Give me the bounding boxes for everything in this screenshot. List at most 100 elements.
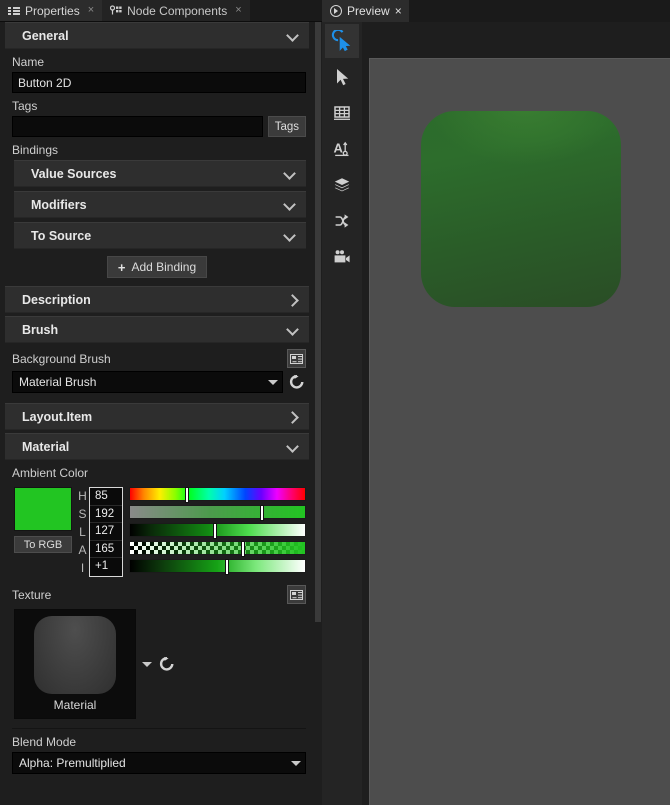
slider-track	[130, 560, 305, 572]
slider-knob[interactable]	[213, 523, 218, 539]
group-to-source-label: To Source	[31, 228, 92, 243]
grid-tool-button[interactable]	[325, 96, 359, 130]
node-components-icon	[110, 4, 122, 17]
blend-mode-select[interactable]: Alpha: Premultiplied	[12, 752, 306, 774]
chevron-down-icon	[268, 379, 278, 385]
background-brush-label-row: Background Brush	[0, 343, 314, 371]
texture-card[interactable]: Material	[14, 609, 136, 719]
texture-label-row: Texture	[0, 583, 314, 607]
tab-properties[interactable]: Properties ×	[0, 0, 103, 21]
group-description-label: Description	[22, 292, 91, 307]
tab-preview[interactable]: Preview ×	[322, 0, 409, 22]
channel-input-i[interactable]: +1	[90, 558, 122, 576]
add-binding-wrap: + Add Binding	[0, 249, 314, 286]
group-layout-item-label: Layout.Item	[22, 409, 93, 424]
preview-panel: Preview × A	[322, 0, 670, 805]
chevron-down-icon	[283, 229, 297, 243]
preview-canvas[interactable]	[369, 58, 670, 805]
chevron-down-icon	[286, 440, 300, 454]
texture-thumbnail	[34, 616, 116, 694]
card-editor-icon	[290, 589, 303, 600]
node-graph-tool-button[interactable]	[325, 204, 359, 238]
tab-preview-label: Preview	[347, 4, 390, 18]
texture-dropdown-icon[interactable]	[142, 661, 152, 667]
group-material-label: Material	[22, 439, 70, 454]
chevron-down-icon	[291, 760, 301, 766]
arrow-icon	[337, 69, 349, 86]
left-tab-bar: Properties × Node Components ×	[0, 0, 322, 22]
group-material[interactable]: Material	[5, 433, 309, 460]
play-circle-icon	[330, 5, 342, 17]
slider-knob[interactable]	[260, 505, 265, 521]
slider-knob[interactable]	[185, 487, 190, 503]
channel-input-l[interactable]: 127	[90, 523, 122, 541]
layers-tool-button[interactable]	[325, 168, 359, 202]
tab-preview-close-icon[interactable]: ×	[395, 4, 402, 18]
arrow-tool-button[interactable]	[325, 60, 359, 94]
channel-input-h[interactable]: 85	[90, 488, 122, 506]
channel-letters: HSLAI	[76, 487, 89, 577]
preview-object-button-2d[interactable]	[421, 111, 621, 307]
background-brush-value: Material Brush	[19, 375, 97, 389]
group-description[interactable]: Description	[5, 286, 309, 313]
group-brush[interactable]: Brush	[5, 316, 309, 343]
properties-content: General Name Button 2D Tags Tags Binding…	[0, 22, 314, 774]
channel-sliders[interactable]	[123, 487, 306, 577]
channel-letter-h: H	[78, 489, 87, 503]
preview-toolbar: A	[322, 22, 362, 805]
group-value-sources[interactable]: Value Sources	[14, 160, 306, 187]
background-brush-label: Background Brush	[12, 351, 111, 366]
camera-tool-button[interactable]	[325, 240, 359, 274]
tab-node-components-close-icon[interactable]: ×	[234, 5, 242, 16]
slider-h[interactable]	[129, 487, 306, 503]
slider-knob[interactable]	[224, 559, 229, 575]
properties-scrollbar[interactable]	[314, 22, 322, 805]
layers-icon	[334, 178, 350, 192]
bindings-label: Bindings	[12, 143, 59, 157]
add-binding-button[interactable]: + Add Binding	[106, 256, 208, 278]
channel-letter-s: S	[78, 507, 87, 521]
channel-input-a[interactable]: 165	[90, 540, 122, 559]
text-tool-button[interactable]: A	[325, 132, 359, 166]
slider-i[interactable]	[129, 559, 306, 575]
slider-l[interactable]	[129, 523, 306, 539]
background-brush-editor-button[interactable]	[287, 349, 306, 368]
swatch-column: To RGB	[14, 487, 76, 553]
properties-panel: Properties × Node Components × General N…	[0, 0, 322, 805]
tags-button[interactable]: Tags	[267, 116, 306, 137]
tags-input[interactable]	[12, 116, 263, 137]
tab-node-components[interactable]: Node Components ×	[102, 0, 250, 21]
color-swatch[interactable]	[14, 487, 72, 531]
group-general-label: General	[22, 28, 69, 43]
slider-track	[130, 506, 305, 518]
scrollbar-thumb[interactable]	[315, 22, 321, 622]
channel-value-fields[interactable]: 85 192 127 165 +1	[89, 487, 123, 577]
slider-knob[interactable]	[241, 541, 246, 557]
blend-mode-value: Alpha: Premultiplied	[19, 756, 126, 770]
group-modifiers-label: Modifiers	[31, 197, 87, 212]
node-graph-icon	[335, 214, 349, 228]
name-label: Name	[12, 55, 45, 69]
texture-editor-button[interactable]	[287, 585, 306, 604]
tab-properties-label: Properties	[25, 3, 80, 18]
list-icon	[8, 5, 20, 17]
chevron-down-icon	[283, 167, 297, 181]
group-layout-item[interactable]: Layout.Item	[5, 403, 309, 430]
pointer-select-tool-button[interactable]	[325, 24, 359, 58]
slider-a[interactable]	[129, 541, 306, 557]
chevron-down-icon	[286, 323, 300, 337]
preview-tab-filler	[408, 0, 670, 22]
channel-input-s[interactable]: 192	[90, 505, 122, 524]
group-general[interactable]: General	[5, 22, 309, 49]
slider-s[interactable]	[129, 505, 306, 521]
to-rgb-button[interactable]: To RGB	[14, 536, 72, 553]
background-brush-row: Material Brush	[0, 371, 314, 393]
group-modifiers[interactable]: Modifiers	[14, 191, 306, 218]
tab-properties-close-icon[interactable]: ×	[87, 5, 95, 16]
channel-letter-l: L	[79, 525, 86, 539]
group-to-source[interactable]: To Source	[14, 222, 306, 249]
name-input[interactable]: Button 2D	[12, 72, 306, 93]
texture-reset-button[interactable]	[158, 655, 176, 673]
background-brush-select[interactable]: Material Brush	[12, 371, 283, 393]
background-brush-reset-button[interactable]	[288, 373, 306, 391]
